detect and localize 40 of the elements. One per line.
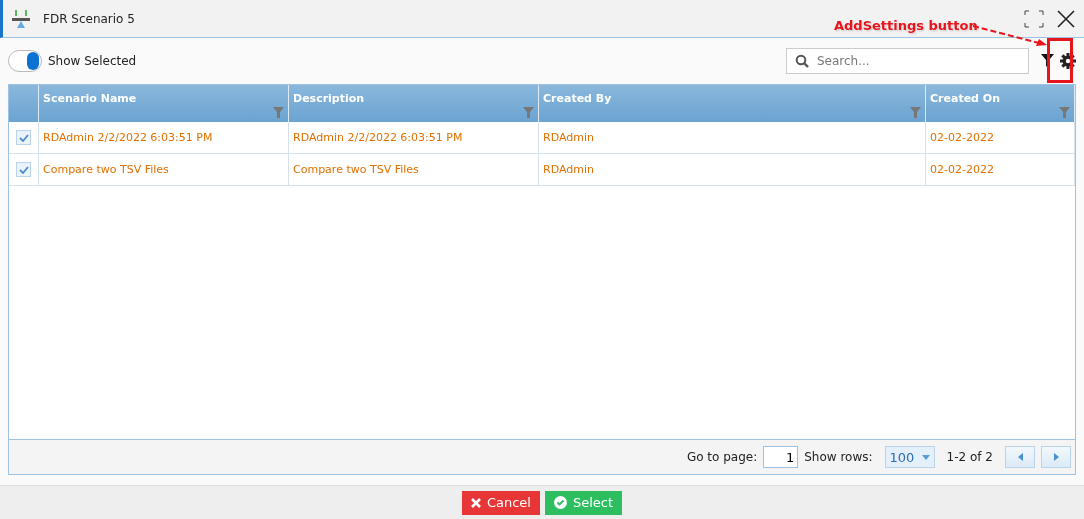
row-checkbox[interactable] bbox=[16, 162, 31, 177]
column-header[interactable]: Created By bbox=[543, 92, 612, 105]
column-header[interactable]: Scenario Name bbox=[43, 92, 137, 105]
page-range: 1-2 of 2 bbox=[946, 450, 993, 464]
rows-dropdown[interactable]: 100 bbox=[884, 446, 935, 468]
window-title: FDR Scenario 5 bbox=[43, 11, 135, 26]
goto-page-label: Go to page: bbox=[686, 450, 758, 464]
table-cell: RDAdmin bbox=[543, 163, 594, 176]
maximize-icon[interactable] bbox=[1024, 9, 1044, 28]
table-cell: 02-02-2022 bbox=[930, 163, 994, 176]
table-cell: Compare two TSV Files bbox=[43, 163, 169, 176]
table-cell: RDAdmin 2/2/2022 6:03:51 PM bbox=[43, 131, 213, 144]
caret-icon bbox=[921, 454, 930, 460]
filter-icon[interactable] bbox=[1041, 54, 1054, 68]
column-header[interactable]: Created On bbox=[930, 92, 1000, 105]
show-selected-label: Show Selected bbox=[48, 54, 138, 68]
cancel-button[interactable]: Cancel bbox=[461, 490, 540, 515]
table-cell: 02-02-2022 bbox=[930, 131, 994, 144]
show-selected-toggle[interactable] bbox=[8, 50, 42, 72]
column-header[interactable]: Description bbox=[293, 92, 365, 105]
right-arrow-icon bbox=[1053, 453, 1059, 461]
highlight-frame bbox=[1047, 38, 1073, 83]
table-cell: RDAdmin bbox=[543, 131, 594, 144]
table-cell: Compare two TSV Files bbox=[293, 163, 419, 176]
app-icon bbox=[11, 8, 31, 29]
search-icon bbox=[795, 54, 809, 68]
row-checkbox[interactable] bbox=[16, 130, 31, 145]
close-icon bbox=[470, 497, 481, 508]
next-page-button[interactable] bbox=[1041, 446, 1071, 468]
settings-icon[interactable] bbox=[1060, 53, 1076, 69]
search-field[interactable]: Search... bbox=[786, 48, 1029, 74]
close-icon[interactable] bbox=[1056, 8, 1076, 29]
select-button[interactable]: Select bbox=[544, 490, 623, 515]
left-arrow-icon bbox=[1017, 453, 1023, 461]
show-rows-label: Show rows: bbox=[804, 450, 873, 464]
annotation-label: AddSettings button bbox=[834, 18, 978, 33]
table-cell: RDAdmin 2/2/2022 6:03:51 PM bbox=[293, 131, 463, 144]
page-field[interactable]: 1 bbox=[763, 446, 799, 468]
previous-page-button[interactable] bbox=[1005, 446, 1035, 468]
check-circle-icon bbox=[553, 496, 567, 509]
